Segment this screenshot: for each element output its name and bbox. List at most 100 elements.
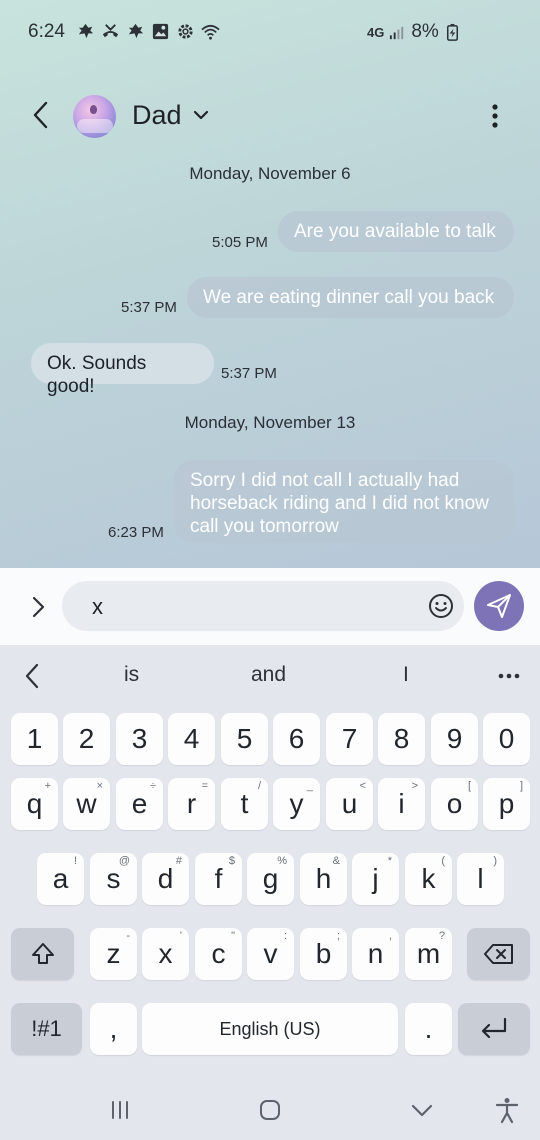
symbols-key[interactable]: !#1 [11,1003,82,1055]
key-label: t [240,788,249,819]
outgoing-message-bubble[interactable]: We are eating dinner call you back [187,277,514,318]
space-key[interactable]: English (US) [142,1003,398,1055]
key-c[interactable]: c " [195,928,242,980]
key-alt-label: ? [438,930,445,942]
key-n[interactable]: n, [352,928,399,980]
keyboard-back-icon[interactable] [20,661,46,691]
backspace-icon [483,944,513,964]
outgoing-message-bubble[interactable]: Are you available to talk [278,211,514,252]
key-label: b [315,938,332,969]
suggestion-word[interactable]: and [251,663,286,687]
home-icon[interactable] [256,1096,284,1124]
key-z[interactable]: z- [90,928,137,980]
back-button[interactable] [24,98,58,132]
key-alt-label: > [411,780,418,792]
key-alt-label: , [388,930,392,942]
send-button[interactable] [474,581,524,631]
more-horizontal-icon[interactable] [494,661,524,691]
gallery-icon [152,23,169,40]
key-s[interactable]: s @ [90,853,137,905]
key-l[interactable]: l) [457,853,504,905]
suggestion-word[interactable]: I [403,663,409,687]
incoming-message-bubble[interactable]: Ok. Sounds good! [31,343,214,397]
message-time: 6:23 PM [108,524,164,541]
key-w[interactable]: w × [63,778,110,830]
key-f[interactable]: f $ [195,853,242,905]
key-label: s [106,863,121,894]
key-k[interactable]: k( [405,853,452,905]
key-j[interactable]: j * [352,853,399,905]
key-u[interactable]: u < [326,778,373,830]
key-4[interactable]: 4 [168,713,215,765]
more-options-button[interactable] [478,98,512,134]
key-m[interactable]: m? [405,928,452,980]
key-e[interactable]: e ÷ [116,778,163,830]
key-alt-label: @ [118,855,130,867]
key-label: v [263,938,278,969]
shift-key[interactable] [11,928,74,980]
key-alt-label: _ [306,780,313,792]
key-alt-label: < [359,780,366,792]
contact-avatar[interactable] [73,95,116,138]
key-r[interactable]: r = [168,778,215,830]
key-v[interactable]: v: [247,928,294,980]
outgoing-message-bubble[interactable]: Sorry I did not call I actually had hors… [174,460,514,543]
key-label: i [398,788,405,819]
message-time: 5:37 PM [221,365,277,382]
key-label: g [262,863,279,894]
key-i[interactable]: i > [378,778,425,830]
expand-chevron-icon[interactable] [24,593,52,621]
message-composer: x [0,568,540,645]
enter-key[interactable] [458,1003,530,1055]
backspace-key[interactable] [467,928,530,980]
key-3[interactable]: 3 [116,713,163,765]
key-0[interactable]: 0 [483,713,530,765]
accessibility-icon[interactable] [493,1096,521,1124]
key-q[interactable]: q + [11,778,58,830]
chevron-down-icon[interactable] [192,106,210,124]
key-b[interactable]: b; [300,928,347,980]
contact-name[interactable]: Dad [132,100,182,131]
key-d[interactable]: d # [142,853,189,905]
key-label: o [446,788,463,819]
key-label: w [76,788,97,819]
suggestion-word[interactable]: is [124,663,139,687]
suggestion-bar: is and I [0,645,540,707]
key-a[interactable]: a! [37,853,84,905]
key-o[interactable]: o[ [431,778,478,830]
key-y[interactable]: y _ [273,778,320,830]
leaf-icon [78,23,94,39]
back-nav-icon[interactable] [408,1096,436,1124]
key-g[interactable]: g% [247,853,294,905]
key-1[interactable]: 1 [11,713,58,765]
message-input[interactable]: x [62,581,464,631]
key-label: f [214,863,223,894]
back-arrow-icon [33,101,48,129]
emoji-icon[interactable] [428,593,454,619]
comma-key[interactable]: , [90,1003,137,1055]
key-alt-label: ; [336,930,340,942]
key-5[interactable]: 5 [221,713,268,765]
key-label: r [186,788,197,819]
key-t[interactable]: t / [221,778,268,830]
key-alt-label: & [332,855,340,867]
battery-charging-icon [446,23,458,41]
key-h[interactable]: h & [300,853,347,905]
key-p[interactable]: p] [483,778,530,830]
key-label: m [416,938,441,969]
key-9[interactable]: 9 [431,713,478,765]
key-7[interactable]: 7 [326,713,373,765]
status-bar: 6:24 4G 8% [0,0,540,64]
status-time: 6:24 [28,21,65,42]
key-6[interactable]: 6 [273,713,320,765]
key-label: p [498,788,515,819]
key-alt-label: % [277,855,287,867]
missed-call-icon [102,24,119,38]
key-2[interactable]: 2 [63,713,110,765]
recent-apps-icon[interactable] [106,1096,134,1124]
enter-icon [481,1017,507,1039]
key-8[interactable]: 8 [378,713,425,765]
period-key[interactable]: . [405,1003,452,1055]
key-x[interactable]: x ' [142,928,189,980]
signal-icon [390,26,404,39]
